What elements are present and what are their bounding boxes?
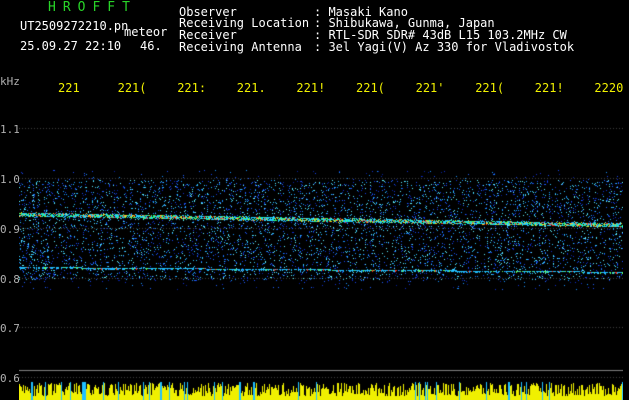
x-tick-label: 221! (534, 81, 564, 95)
x-tick-label: 221. (236, 81, 266, 95)
filename-label: UT2509272210.pn (20, 19, 129, 33)
x-tick-label: 221 (58, 81, 80, 95)
x-tick-label: 221( (356, 81, 385, 95)
antenna-key: Receiving Antenna (179, 40, 302, 54)
type-label: meteor (124, 25, 168, 39)
y-tick-label: 0.7 (0, 322, 20, 335)
y-tick-label: 0.9 (0, 223, 20, 236)
spectrogram-canvas (19, 96, 623, 400)
x-tick-label: 221! (296, 81, 326, 95)
spectrogram-plot (19, 96, 623, 400)
brand-title: HROFFT (48, 0, 137, 15)
x-tick-label: 221: (177, 81, 207, 95)
y-tick-label: 1.1 (0, 123, 20, 136)
datetime-label: 25.09.27 22:10 (20, 39, 122, 53)
x-tick-label: 221( (475, 81, 505, 95)
hrofft-spectrogram-window: HROFFT UT2509272210.pn meteor 25.09.27 2… (0, 0, 629, 400)
antenna-value: : 3el Yagi(V) Az 330 for Vladivostok (314, 40, 575, 54)
y-tick-label: 1.0 (0, 173, 20, 186)
x-tick-label: 221' (415, 81, 445, 95)
y-tick-label: 0.8 (0, 273, 20, 286)
y-tick-label: 0.6 (0, 372, 20, 385)
y-axis-unit: kHz (0, 75, 20, 88)
x-tick-label: 221( (117, 81, 147, 95)
x-tick-label: 2220 (594, 81, 624, 95)
count-label: 46. (140, 39, 162, 53)
